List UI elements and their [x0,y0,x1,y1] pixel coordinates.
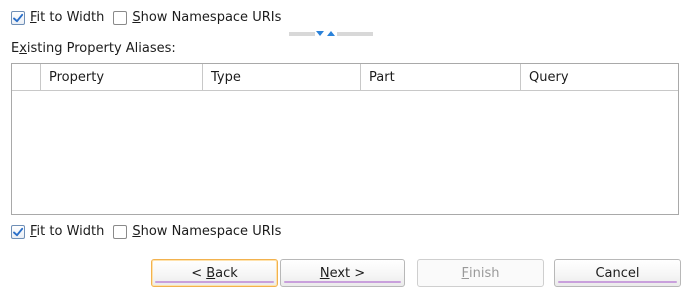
column-header-part[interactable]: Part [361,64,521,90]
splitter-arrows-icon[interactable] [315,30,337,38]
splitter-grip [289,32,315,36]
checkmark-icon [13,227,24,236]
splitter-grip [337,32,373,36]
checkbox-box[interactable] [113,224,128,239]
fit-to-width-label: Fit to Width [30,10,105,25]
show-namespace-uris-label: Show Namespace URIs [132,10,282,25]
existing-property-aliases-label: Existing Property Aliases: [11,41,176,56]
top-options-row: Fit to Width Show Namespace URIs [11,10,281,25]
column-header-type[interactable]: Type [203,64,361,90]
table-body[interactable] [12,91,678,215]
fit-to-width-checkbox-top[interactable]: Fit to Width [11,10,104,25]
checkmark-icon [13,13,24,22]
table-header: Property Type Part Query [12,64,678,91]
show-namespace-uris-checkbox-bottom[interactable]: Show Namespace URIs [113,224,281,239]
property-aliases-table[interactable]: Property Type Part Query [11,63,679,215]
back-button[interactable]: < Back [151,259,278,287]
fit-to-width-label: Fit to Width [30,224,105,239]
column-header-select[interactable] [12,64,41,90]
checkbox-box[interactable] [11,224,25,239]
finish-button[interactable]: Finish [417,259,544,287]
checkbox-box[interactable] [113,10,128,25]
column-header-query[interactable]: Query [521,64,678,90]
cancel-button[interactable]: Cancel [554,259,681,287]
splitter-handle[interactable] [289,30,373,38]
show-namespace-uris-checkbox-top[interactable]: Show Namespace URIs [113,10,281,25]
show-namespace-uris-label: Show Namespace URIs [132,224,282,239]
fit-to-width-checkbox-bottom[interactable]: Fit to Width [11,224,104,239]
next-button[interactable]: Next > [280,259,405,287]
checkbox-box[interactable] [11,10,25,25]
column-header-property[interactable]: Property [41,64,203,90]
bottom-options-row: Fit to Width Show Namespace URIs [11,224,281,239]
